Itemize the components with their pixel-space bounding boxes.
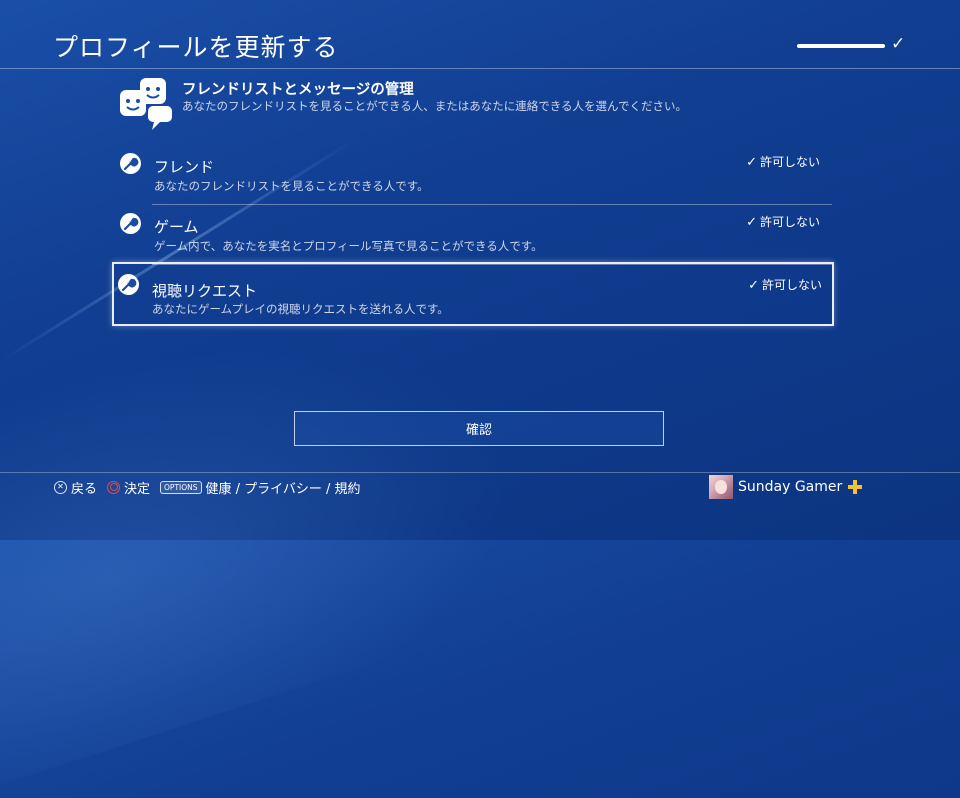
section-title: フレンドリストとメッセージの管理 <box>182 82 414 98</box>
back-hint[interactable]: 戻る <box>54 478 97 497</box>
options-hint[interactable]: OPTIONS 健康 / プライバシー / 規約 <box>160 478 361 497</box>
wrench-icon <box>120 153 141 174</box>
check-icon: ✓ <box>748 278 759 293</box>
enter-hint[interactable]: 決定 <box>107 478 150 497</box>
setting-row-game[interactable]: ゲーム ゲーム内で、あなたを実名とプロフィール写真で見ることができる人です。 ✓… <box>114 207 832 265</box>
playstation-plus-icon <box>848 479 863 494</box>
user-name: Sunday Gamer <box>738 478 843 495</box>
wrench-icon <box>120 213 141 234</box>
row-value: ✓ 許可しない <box>746 215 820 230</box>
setting-row-view-request[interactable]: 視聴リクエスト あなたにゲームプレイの視聴リクエストを送れる人です。 ✓ 許可しな… <box>112 262 834 326</box>
check-icon: ✓ <box>891 34 906 54</box>
friends-messages-icon <box>120 78 172 130</box>
row-description: ゲーム内で、あなたを実名とプロフィール写真で見ることができる人です。 <box>154 239 543 253</box>
options-label: 健康 / プライバシー / 規約 <box>205 481 361 497</box>
user-info: Sunday Gamer <box>709 474 863 499</box>
section-header: フレンドリストとメッセージの管理 あなたのフレンドリストを見ることができる人、ま… <box>118 76 838 136</box>
footer-divider <box>0 472 960 473</box>
row-title: 視聴リクエスト <box>152 282 258 300</box>
footer-hints: 戻る 決定 OPTIONS 健康 / プライバシー / 規約 <box>54 478 371 497</box>
confirm-button[interactable]: 確認 <box>294 411 664 446</box>
setting-row-friends[interactable]: フレンド あなたのフレンドリストを見ることができる人です。 ✓ 許可しない <box>114 147 832 205</box>
page-title: プロフィールを更新する <box>53 33 339 62</box>
row-value: ✓ 許可しない <box>748 278 822 293</box>
check-icon: ✓ <box>746 215 757 230</box>
progress-bar <box>797 44 885 48</box>
cross-button-icon <box>54 480 67 494</box>
back-label: 戻る <box>71 481 98 497</box>
avatar <box>709 474 733 499</box>
check-icon: ✓ <box>746 155 757 170</box>
row-value: ✓ 許可しない <box>746 155 820 170</box>
enter-label: 決定 <box>124 481 151 497</box>
section-description: あなたのフレンドリストを見ることができる人、またはあなたに連絡できる人を選んでく… <box>182 99 687 113</box>
circle-button-icon <box>107 480 121 494</box>
row-title: ゲーム <box>154 218 199 236</box>
wrench-icon <box>118 274 139 295</box>
row-title: フレンド <box>154 158 215 176</box>
options-button-icon: OPTIONS <box>160 480 202 494</box>
header: プロフィールを更新する ✓ <box>0 0 960 69</box>
row-description: あなたのフレンドリストを見ることができる人です。 <box>154 179 429 193</box>
row-description: あなたにゲームプレイの視聴リクエストを送れる人です。 <box>152 302 449 316</box>
